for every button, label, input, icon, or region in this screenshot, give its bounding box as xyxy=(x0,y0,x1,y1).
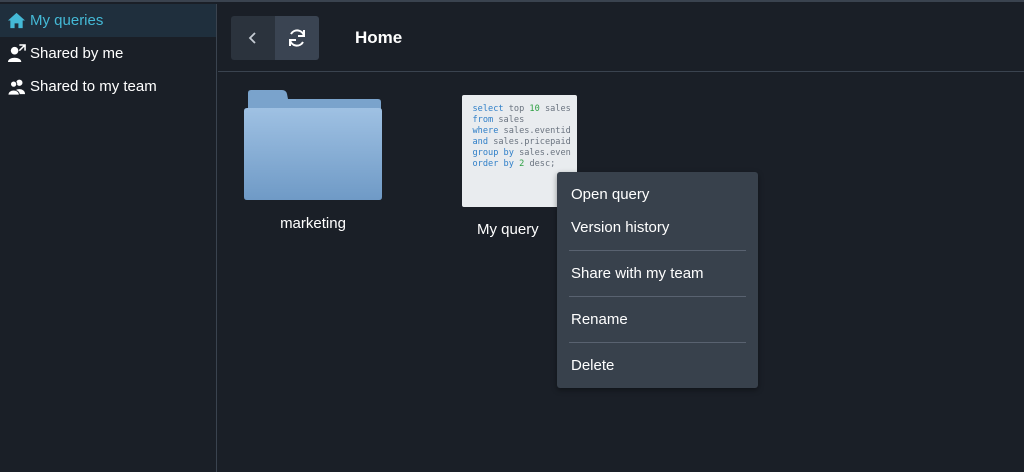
sidebar-item-my-queries[interactable]: My queries xyxy=(0,4,216,37)
menu-divider xyxy=(569,342,746,343)
home-icon xyxy=(6,11,26,31)
sidebar: My queries Shared by me Shared to my tea… xyxy=(0,4,217,472)
query-name: My query xyxy=(477,221,539,238)
share-user-icon xyxy=(6,44,26,64)
menu-item-rename[interactable]: Rename xyxy=(557,303,758,336)
menu-item-open-query[interactable]: Open query xyxy=(557,178,758,211)
context-menu: Open query Version history Share with my… xyxy=(557,172,758,388)
sidebar-item-shared-by-me[interactable]: Shared by me xyxy=(0,37,216,70)
page-title: Home xyxy=(355,27,403,47)
preview-line: and sales.pricepaid xyxy=(472,137,571,147)
menu-item-version-history[interactable]: Version history xyxy=(557,211,758,244)
refresh-icon xyxy=(289,28,305,47)
chevron-left-icon xyxy=(248,31,256,44)
refresh-button[interactable] xyxy=(275,15,319,60)
header: Home xyxy=(218,4,1024,72)
back-button[interactable] xyxy=(231,15,275,60)
sidebar-item-label: Shared to my team xyxy=(30,78,157,95)
folder-icon xyxy=(244,90,382,200)
preview-line: group by sales.even xyxy=(472,148,571,158)
preview-line: select top 10 sales xyxy=(472,104,571,114)
preview-line: order by 2 desc; xyxy=(472,159,556,169)
folder-name: marketing xyxy=(280,215,346,232)
menu-divider xyxy=(569,296,746,297)
menu-item-delete[interactable]: Delete xyxy=(557,349,758,382)
preview-line: where sales.eventid xyxy=(472,126,571,136)
team-icon xyxy=(6,77,26,97)
sidebar-item-shared-to-my-team[interactable]: Shared to my team xyxy=(0,70,216,103)
menu-divider xyxy=(569,250,746,251)
sidebar-item-label: My queries xyxy=(30,12,104,29)
app-window: My queries Shared by me Shared to my tea… xyxy=(0,0,1024,472)
sidebar-item-label: Shared by me xyxy=(30,45,124,62)
preview-line: from sales xyxy=(472,115,525,125)
folder-item[interactable]: marketing xyxy=(242,89,384,232)
nav-button-group xyxy=(231,15,319,60)
menu-item-share-with-my-team[interactable]: Share with my team xyxy=(557,257,758,290)
